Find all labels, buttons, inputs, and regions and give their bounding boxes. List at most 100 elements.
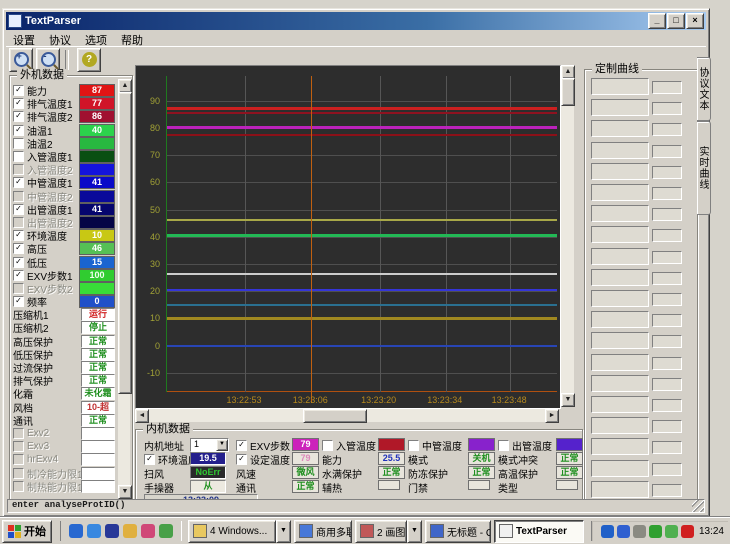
checkbox[interactable]: ✓ <box>13 270 24 281</box>
curve-name-field[interactable] <box>591 417 649 434</box>
minimize-button[interactable]: _ <box>648 13 666 29</box>
checkbox[interactable] <box>13 428 24 439</box>
chart-vertical-scrollbar[interactable]: ▲ ▼ <box>561 65 574 407</box>
task-button-1[interactable]: 商用多联第... <box>294 520 352 543</box>
curve-value-field[interactable] <box>652 187 682 200</box>
checkbox[interactable] <box>13 441 24 452</box>
scrollbar-thumb[interactable] <box>118 92 132 394</box>
curve-value-field[interactable] <box>652 441 682 454</box>
scroll-right-icon[interactable]: ► <box>545 409 559 423</box>
zoom-out-button[interactable]: - <box>36 48 60 72</box>
tab-protocol-text[interactable]: 协议文本 <box>697 57 711 121</box>
checkbox[interactable] <box>13 454 24 465</box>
curve-value-field[interactable] <box>652 166 682 179</box>
checkbox[interactable]: ✓ <box>13 111 24 122</box>
curve-value-field[interactable] <box>652 463 682 476</box>
task-button-4[interactable]: TextParser <box>494 520 584 543</box>
chevron-down-icon[interactable]: ▼ <box>276 520 291 543</box>
curve-value-field[interactable] <box>652 145 682 158</box>
plot-area[interactable] <box>166 76 557 392</box>
curve-name-field[interactable] <box>591 269 649 286</box>
curve-value-field[interactable] <box>652 357 682 370</box>
checkbox[interactable] <box>13 191 24 202</box>
menu-item-3[interactable]: 帮助 <box>114 31 150 46</box>
checkbox[interactable] <box>13 283 24 294</box>
zoom-in-button[interactable]: + <box>9 48 33 72</box>
curve-name-field[interactable] <box>591 460 649 477</box>
scrollbar-thumb[interactable] <box>561 78 575 106</box>
curve-name-field[interactable] <box>591 332 649 349</box>
scroll-down-icon[interactable]: ▼ <box>118 485 132 499</box>
curve-name-field[interactable] <box>591 375 649 392</box>
browser-icon[interactable] <box>87 524 101 538</box>
curve-value-field[interactable] <box>652 272 682 285</box>
curve-value-field[interactable] <box>652 208 682 221</box>
task-button-2[interactable]: 2 画图 <box>355 520 407 543</box>
help-button[interactable]: ? <box>77 48 101 72</box>
checkbox[interactable] <box>13 481 24 492</box>
checkbox[interactable] <box>408 440 419 451</box>
curve-value-field[interactable] <box>652 229 682 242</box>
restore-button[interactable]: □ <box>667 13 685 29</box>
curve-name-field[interactable] <box>591 226 649 243</box>
curve-value-field[interactable] <box>652 102 682 115</box>
curve-value-field[interactable] <box>652 484 682 497</box>
menu-item-0[interactable]: 设置 <box>6 31 42 46</box>
thunder-icon[interactable] <box>681 525 694 538</box>
scroll-left-icon[interactable]: ◄ <box>135 409 149 423</box>
messenger-icon[interactable] <box>617 525 630 538</box>
checkbox[interactable]: ✓ <box>236 454 247 465</box>
scroll-up-icon[interactable]: ▲ <box>561 65 575 79</box>
swoosh-icon[interactable] <box>601 525 614 538</box>
checkbox[interactable] <box>13 217 24 228</box>
checkbox[interactable]: ✓ <box>236 440 247 451</box>
curve-name-field[interactable] <box>591 354 649 371</box>
checkbox[interactable] <box>13 468 24 479</box>
green-app2-icon[interactable] <box>665 525 678 538</box>
curve-value-field[interactable] <box>652 399 682 412</box>
curve-name-field[interactable] <box>591 290 649 307</box>
scroll-down-icon[interactable]: ▼ <box>561 393 575 407</box>
menu-item-1[interactable]: 协议 <box>42 31 78 46</box>
curve-name-field[interactable] <box>591 184 649 201</box>
curve-name-field[interactable] <box>591 205 649 222</box>
curve-name-field[interactable] <box>591 311 649 328</box>
update-arrows-icon[interactable] <box>633 525 646 538</box>
checkbox[interactable] <box>13 164 24 175</box>
curve-name-field[interactable] <box>591 396 649 413</box>
sidebar-scrollbar[interactable]: ▲ ▼ <box>118 79 130 499</box>
curve-value-field[interactable] <box>652 420 682 433</box>
mail-icon[interactable] <box>159 524 173 538</box>
chart-horizontal-scrollbar[interactable]: ◄ ► <box>135 409 559 422</box>
chevron-down-icon[interactable]: ▼ <box>407 520 422 543</box>
ie-icon[interactable] <box>69 524 83 538</box>
curve-value-field[interactable] <box>652 123 682 136</box>
checkbox[interactable]: ✓ <box>13 177 24 188</box>
media-player-icon[interactable] <box>105 524 119 538</box>
checkbox[interactable] <box>498 440 509 451</box>
scrollbar-thumb[interactable] <box>303 409 367 423</box>
curve-name-field[interactable] <box>591 120 649 137</box>
checkbox[interactable]: ✓ <box>13 204 24 215</box>
curve-name-field[interactable] <box>591 248 649 265</box>
notes-icon[interactable] <box>123 524 137 538</box>
tab-realtime-curves[interactable]: 实时曲线 <box>697 121 711 215</box>
checkbox[interactable]: ✓ <box>13 98 24 109</box>
scroll-up-icon[interactable]: ▲ <box>118 79 132 93</box>
time-cursor-line[interactable] <box>311 76 312 403</box>
checkbox[interactable]: ✓ <box>13 243 24 254</box>
curve-value-field[interactable] <box>652 293 682 306</box>
resize-grip[interactable] <box>692 500 704 512</box>
checkbox[interactable] <box>13 151 24 162</box>
curve-name-field[interactable] <box>591 163 649 180</box>
checkbox[interactable] <box>13 138 24 149</box>
pin-icon[interactable] <box>141 524 155 538</box>
close-button[interactable]: × <box>686 13 704 29</box>
curve-name-field[interactable] <box>591 142 649 159</box>
task-button-3[interactable]: 无标题 - C... <box>425 520 491 543</box>
chevron-down-icon[interactable]: ▼ <box>216 439 228 451</box>
curve-value-field[interactable] <box>652 81 682 94</box>
curve-name-field[interactable] <box>591 481 649 498</box>
green-app-icon[interactable] <box>649 525 662 538</box>
checkbox[interactable]: ✓ <box>13 230 24 241</box>
